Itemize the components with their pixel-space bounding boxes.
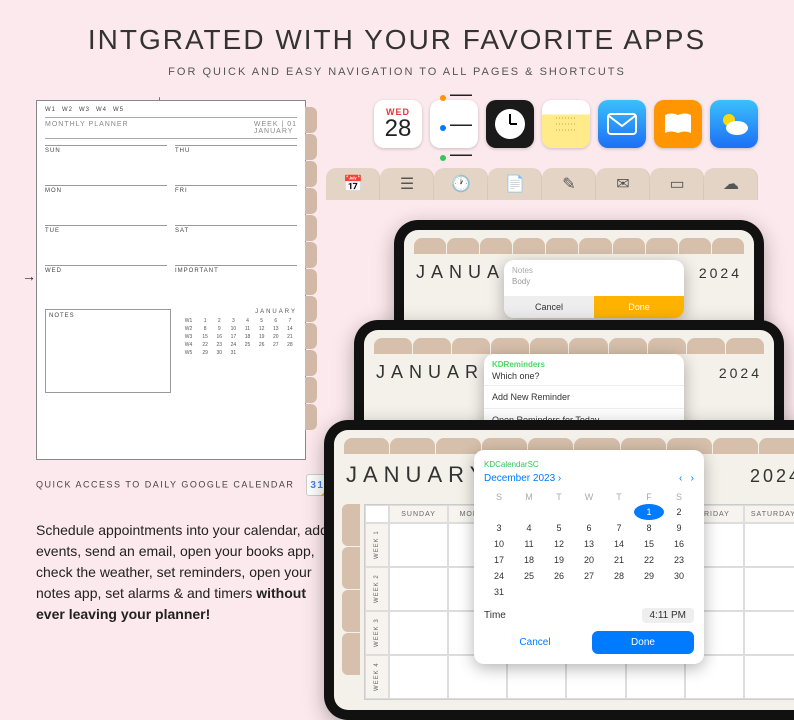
headline: INTGRATED WITH YOUR FAVORITE APPS — [0, 0, 794, 56]
time-value[interactable]: 4:11 PM — [642, 608, 695, 623]
tab-weather-icon[interactable]: ☁ — [704, 168, 758, 200]
notes-box: NOTES — [45, 309, 171, 393]
books-app-icon[interactable] — [654, 100, 702, 148]
gcal-caption: QUICK ACCESS TO DAILY GOOGLE CALENDAR 31 — [36, 474, 336, 496]
subheadline: FOR QUICK AND EASY NAVIGATION TO ALL PAG… — [0, 66, 794, 78]
datepicker-done-button[interactable]: Done — [592, 631, 694, 654]
weather-app-icon[interactable] — [710, 100, 758, 148]
day-grid: SUN THU MON FRI TUE SAT WED IMPORTANT — [45, 145, 297, 303]
notes-done-button[interactable]: Done — [594, 296, 684, 318]
tab-note-icon[interactable]: 📄 — [488, 168, 542, 200]
datepicker-app-label: KDCalendarSC — [484, 460, 694, 469]
app-icon-row: WED 28 ― ― ― — [374, 100, 758, 148]
mail-app-icon[interactable] — [598, 100, 646, 148]
planner-side-tabs — [305, 107, 317, 430]
tab-clock-icon[interactable]: 🕐 — [434, 168, 488, 200]
shortcut-tab-strip: 📅 ☰ 🕐 📄 ✎ ✉ ▭ ☁ — [326, 168, 758, 200]
planner-page: W1W2W3W4W5 MONTHLY PLANNER WEEK | 01JANU… — [36, 100, 306, 460]
tab-edit-icon[interactable]: ✎ — [542, 168, 596, 200]
notes-cancel-button[interactable]: Cancel — [504, 296, 594, 318]
ipad-datepicker: JANUARY MONTHLY REVIEW 2024 SUNDAYMONDAY… — [324, 420, 794, 720]
notes-popover-title: Notes — [504, 260, 684, 275]
body-copy: Schedule appointments into your calendar… — [36, 520, 336, 625]
tab-calendar-icon[interactable]: 📅 — [326, 168, 380, 200]
tab-book-icon[interactable]: ▭ — [650, 168, 704, 200]
reminders-opt-add[interactable]: Add New Reminder — [484, 385, 684, 408]
datepicker-month-label: December 2023 › — [484, 473, 561, 484]
planner-label: MONTHLY PLANNER — [45, 121, 129, 135]
datepicker-grid[interactable]: SMTWTFS 12 3456789 10111213141516 171819… — [484, 490, 694, 600]
reminders-app-label: KDReminders — [484, 354, 684, 371]
datepicker-popover: KDCalendarSC December 2023 › ‹ › SMTWTFS… — [474, 450, 704, 664]
calendar-app-icon[interactable]: WED 28 — [374, 100, 422, 148]
datepicker-next-icon[interactable]: › — [691, 473, 694, 484]
left-column: ↓ → W1W2W3W4W5 MONTHLY PLANNER WEEK | 01… — [36, 100, 336, 625]
tab-mail-icon[interactable]: ✉ — [596, 168, 650, 200]
month-side-tabs — [342, 504, 360, 675]
arrow-right-icon: → — [22, 268, 36, 284]
time-label: Time — [484, 610, 506, 621]
reminders-question: Which one? — [484, 371, 684, 385]
notes-popover: Notes Body Cancel Done — [504, 260, 684, 318]
datepicker-prev-icon[interactable]: ‹ — [679, 473, 682, 484]
week-tabs: W1W2W3W4W5 — [45, 107, 297, 113]
datepicker-cancel-button[interactable]: Cancel — [484, 631, 586, 654]
notes-app-icon[interactable] — [542, 100, 590, 148]
reminders-app-icon[interactable]: ― ― ― — [430, 100, 478, 148]
clock-app-icon[interactable] — [486, 100, 534, 148]
tab-list-icon[interactable]: ☰ — [380, 168, 434, 200]
notes-popover-body: Body — [504, 275, 684, 296]
mini-calendar: JANUARY W11234567 W2891011121314 W315161… — [179, 309, 297, 393]
